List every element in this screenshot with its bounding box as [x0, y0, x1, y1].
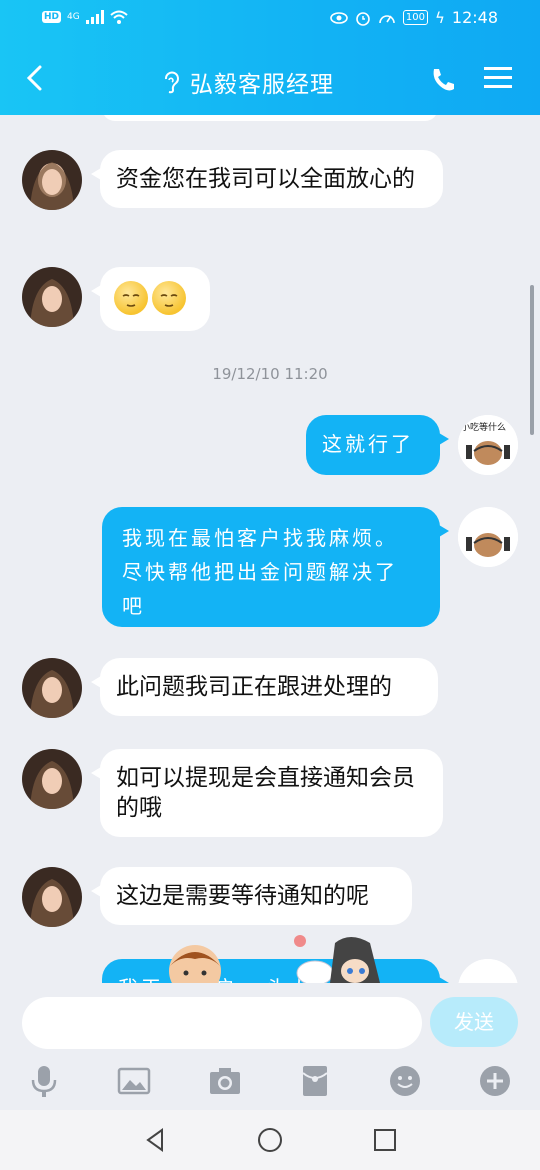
wifi-icon [110, 10, 128, 24]
message-bubble[interactable]: 我现在最怕客户找我麻烦。尽快帮他把出金问题解决了吧 [102, 507, 449, 627]
ear-icon[interactable] [162, 70, 180, 94]
emoji-bubble[interactable] [91, 267, 210, 331]
sticker-anime-icon [294, 935, 380, 983]
agent-avatar[interactable] [22, 150, 82, 210]
emoji-icon[interactable] [387, 1063, 423, 1099]
relieved-face-icon [114, 281, 148, 315]
chat-header: 弘毅客服经理 [0, 55, 540, 105]
eye-icon [330, 11, 348, 24]
agent-avatar[interactable] [22, 267, 82, 327]
input-toolbar [0, 1055, 540, 1110]
camera-icon[interactable] [207, 1063, 243, 1099]
hd-icon: HD [42, 11, 62, 23]
message-bubble[interactable]: 资金您在我司可以全面放心的 [91, 150, 443, 208]
top-bar: HD 4G 100 ϟ 12:48 弘毅客服经理 [0, 0, 540, 115]
nav-back-icon[interactable] [140, 1125, 170, 1155]
back-icon[interactable] [22, 63, 52, 93]
chat-area[interactable]: 资金您在我司可以全面放心的 19/12/10 11:20 这就行了 小吃等什么 … [0, 115, 540, 983]
message-input[interactable] [22, 997, 422, 1049]
phone-icon[interactable] [428, 65, 458, 95]
status-time: 12:48 [451, 8, 498, 27]
send-button[interactable]: 发送 [430, 997, 518, 1047]
image-icon[interactable] [116, 1063, 152, 1099]
scrollbar[interactable] [530, 285, 534, 435]
message-bubble[interactable]: 此问题我司正在跟进处理的 [91, 658, 438, 716]
battery-level: 100 [402, 10, 428, 25]
message-bubble[interactable]: 如可以提现是会直接通知会员的哦 [91, 749, 443, 837]
avatar-caption: 小吃等什么 [461, 423, 507, 433]
plus-icon[interactable] [477, 1063, 513, 1099]
red-packet-icon[interactable] [297, 1063, 333, 1099]
input-bar: 发送 [0, 983, 540, 1055]
partial-bubble [102, 115, 438, 121]
user-avatar[interactable] [458, 507, 518, 567]
relieved-face-icon [152, 281, 186, 315]
agent-avatar[interactable] [22, 867, 82, 927]
message-timestamp: 19/12/10 11:20 [212, 365, 328, 383]
nav-home-icon[interactable] [255, 1125, 285, 1155]
speed-icon [379, 14, 395, 23]
user-avatar[interactable]: 小吃等什么 [458, 415, 518, 475]
agent-avatar[interactable] [22, 658, 82, 718]
message-bubble[interactable]: 这边是需要等待通知的呢 [91, 867, 412, 925]
message-bubble[interactable]: 这就行了 [306, 415, 449, 475]
user-avatar[interactable] [458, 959, 518, 983]
alarm-icon [356, 11, 370, 26]
sticker-boy-icon [169, 945, 221, 983]
page-title: 弘毅客服经理 [190, 72, 334, 98]
menu-icon[interactable] [484, 65, 512, 91]
message-bubble[interactable]: 我天...客户...头大 [102, 959, 449, 983]
signal-icon [85, 10, 104, 24]
status-bar: HD 4G 100 ϟ 12:48 [0, 8, 540, 32]
charging-icon: ϟ [434, 8, 445, 27]
system-nav-bar [0, 1110, 540, 1170]
agent-avatar[interactable] [22, 749, 82, 809]
microphone-icon[interactable] [26, 1063, 62, 1099]
network-label: 4G [67, 12, 80, 22]
nav-recents-icon[interactable] [370, 1125, 400, 1155]
